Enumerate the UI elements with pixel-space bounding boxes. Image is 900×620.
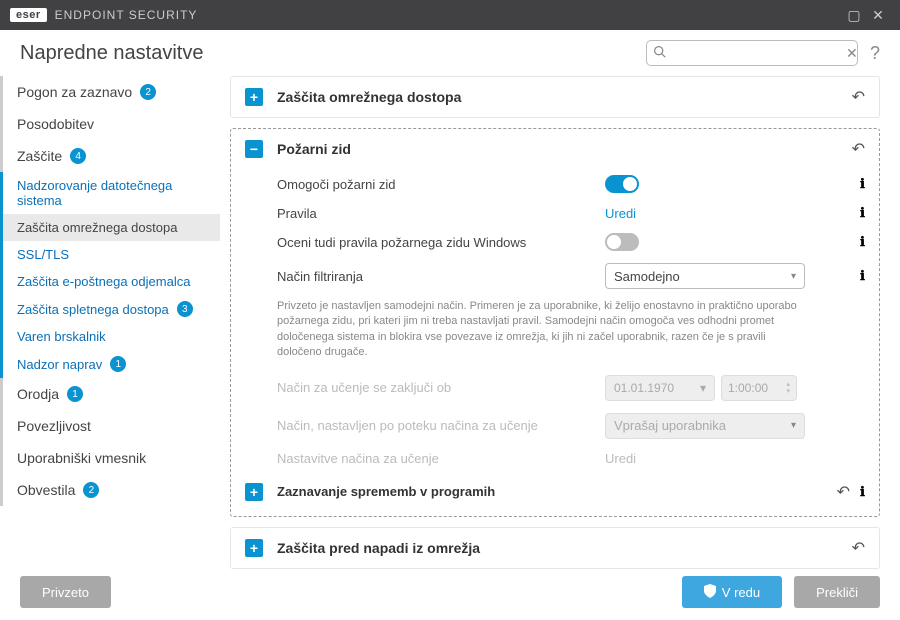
label: Pravila	[277, 206, 605, 221]
chevron-down-icon: ▾	[791, 420, 796, 431]
row-learning-settings: Nastavitve načina za učenje Uredi	[277, 445, 865, 472]
label: Način, nastavljen po poteku načina za uč…	[277, 418, 605, 433]
window-maximize-icon[interactable]: ▢	[842, 7, 866, 24]
toggle-windows-firewall-rules[interactable]	[605, 233, 639, 251]
search-input[interactable]	[670, 46, 846, 61]
panel-header-network-access[interactable]: + Zaščita omrežnega dostopa ↶	[231, 77, 879, 117]
badge: 3	[177, 301, 193, 317]
select-value: Vprašaj uporabnika	[614, 418, 726, 433]
badge: 2	[140, 84, 156, 100]
subsection-app-change-detection[interactable]: + Zaznavanje sprememb v programih ↶ ℹ	[245, 472, 865, 506]
search-box[interactable]: ✕	[646, 40, 858, 66]
panel-title: Zaščita pred napadi iz omrežja	[277, 540, 842, 556]
label: Nastavitve načina za učenje	[277, 451, 605, 466]
panel-header-network-attack[interactable]: + Zaščita pred napadi iz omrežja ↶	[231, 528, 879, 568]
info-icon[interactable]: ℹ	[860, 205, 865, 221]
panel-firewall: − Požarni zid ↶ Omogoči požarni zid ℹ Pr…	[230, 128, 880, 517]
undo-icon[interactable]: ↶	[852, 538, 865, 558]
badge: 1	[110, 356, 126, 372]
undo-icon[interactable]: ↶	[852, 139, 865, 159]
panel-title: Zaščita omrežnega dostopa	[277, 89, 842, 105]
badge: 2	[83, 482, 99, 498]
info-icon[interactable]: ℹ	[860, 234, 865, 250]
label: Način za učenje se zaključi ob	[277, 380, 605, 395]
row-rules: Pravila Uredi ℹ	[277, 199, 865, 227]
filtering-mode-description: Privzeto je nastavljen samodejni način. …	[277, 295, 865, 369]
sidebar-item-update[interactable]: Posodobitev	[0, 108, 220, 140]
edit-rules-link[interactable]: Uredi	[605, 206, 636, 221]
filtering-mode-select[interactable]: Samodejno ▾	[605, 263, 805, 289]
undo-icon[interactable]: ↶	[837, 482, 850, 502]
expand-icon: +	[245, 88, 263, 106]
sidebar-item-detection-engine[interactable]: Pogon za zaznavo2	[0, 76, 220, 108]
chevron-down-icon: ▾	[791, 271, 796, 282]
footer: Privzeto V redu Prekliči	[0, 564, 900, 620]
shield-icon	[704, 584, 716, 601]
sidebar-item-connectivity[interactable]: Povezljivost	[0, 410, 220, 442]
collapse-icon: −	[245, 140, 263, 158]
select-value: Samodejno	[614, 269, 680, 284]
row-windows-rules: Oceni tudi pravila požarnega zidu Window…	[277, 227, 865, 257]
clear-search-icon[interactable]: ✕	[846, 45, 858, 62]
sidebar-item-notifications[interactable]: Obvestila2	[0, 474, 220, 506]
panel-header-firewall[interactable]: − Požarni zid ↶	[231, 129, 879, 169]
window-close-icon[interactable]: ✕	[866, 7, 890, 24]
undo-icon[interactable]: ↶	[852, 87, 865, 107]
sidebar-item-network-access[interactable]: Zaščita omrežnega dostopa	[0, 214, 220, 241]
sidebar-item-ui[interactable]: Uporabniški vmesnik	[0, 442, 220, 474]
panel-network-attack: + Zaščita pred napadi iz omrežja ↶	[230, 527, 880, 569]
header: Napredne nastavitve ✕ ?	[0, 30, 900, 66]
sidebar-item-email[interactable]: Zaščita e-poštnega odjemalca	[0, 268, 220, 295]
row-filtering-mode: Način filtriranja Samodejno ▾ ℹ	[277, 257, 865, 295]
spinner-icon: ▴▾	[786, 381, 790, 395]
toggle-enable-firewall[interactable]	[605, 175, 639, 193]
label: Način filtriranja	[277, 269, 605, 284]
info-icon[interactable]: ℹ	[860, 268, 865, 284]
learning-end-time: 1:00:00 ▴▾	[721, 375, 797, 401]
sidebar: Pogon za zaznavo2 Posodobitev Zaščite4 N…	[0, 66, 220, 586]
sidebar-item-protections[interactable]: Zaščite4	[0, 140, 220, 172]
panel-network-access: + Zaščita omrežnega dostopa ↶	[230, 76, 880, 118]
badge: 1	[67, 386, 83, 402]
sidebar-item-ssltls[interactable]: SSL/TLS	[0, 241, 220, 268]
default-button[interactable]: Privzeto	[20, 576, 111, 608]
row-learning-end: Način za učenje se zaključi ob 01.01.197…	[277, 369, 865, 407]
search-icon	[653, 45, 666, 61]
titlebar: eser ENDPOINT SECURITY ▢ ✕	[0, 0, 900, 30]
label: Omogoči požarni zid	[277, 177, 605, 192]
help-icon[interactable]: ?	[870, 43, 880, 64]
row-enable-firewall: Omogoči požarni zid ℹ	[277, 169, 865, 199]
sidebar-item-secure-browser[interactable]: Varen brskalnik	[0, 323, 220, 350]
ok-button[interactable]: V redu	[682, 576, 782, 608]
after-learning-select: Vprašaj uporabnika ▾	[605, 413, 805, 439]
sidebar-item-web-access[interactable]: Zaščita spletnega dostopa3	[0, 295, 220, 323]
learning-end-date: 01.01.1970 ▾	[605, 375, 715, 401]
panel-title: Požarni zid	[277, 141, 842, 157]
label: Oceni tudi pravila požarnega zidu Window…	[277, 235, 605, 250]
info-icon[interactable]: ℹ	[860, 484, 865, 500]
cancel-button[interactable]: Prekliči	[794, 576, 880, 608]
brand-product: ENDPOINT SECURITY	[55, 8, 198, 22]
learning-settings-link: Uredi	[605, 451, 636, 466]
info-icon[interactable]: ℹ	[860, 176, 865, 192]
chevron-down-icon: ▾	[700, 381, 706, 395]
page-title: Napredne nastavitve	[20, 42, 203, 65]
sidebar-item-device-control[interactable]: Nadzor naprav1	[0, 350, 220, 378]
sidebar-item-filesystem[interactable]: Nadzorovanje datotečnega sistema	[0, 172, 220, 214]
brand-logo: eser	[10, 8, 47, 22]
row-after-learning: Način, nastavljen po poteku načina za uč…	[277, 407, 865, 445]
main-content: + Zaščita omrežnega dostopa ↶ − Požarni …	[220, 66, 900, 586]
subsection-title: Zaznavanje sprememb v programih	[277, 484, 827, 499]
expand-icon: +	[245, 539, 263, 557]
expand-icon: +	[245, 483, 263, 501]
sidebar-item-tools[interactable]: Orodja1	[0, 378, 220, 410]
badge: 4	[70, 148, 86, 164]
